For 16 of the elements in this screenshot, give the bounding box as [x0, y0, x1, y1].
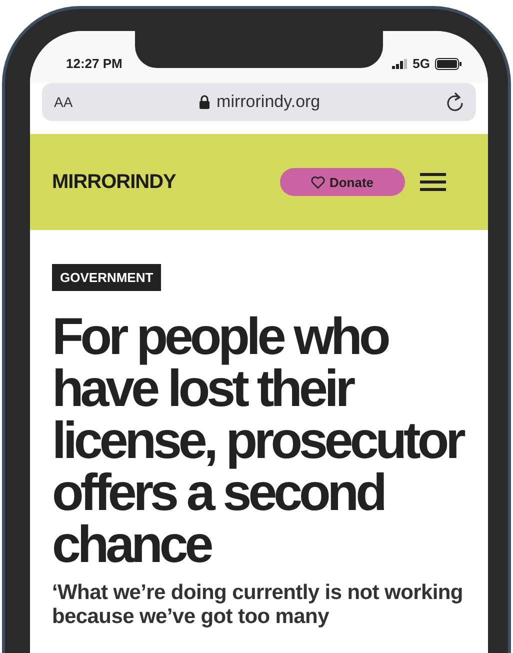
url-text: mirrorindy.org	[216, 92, 320, 112]
lock-icon	[198, 95, 210, 109]
article-headline: For people who have lost their license, prosecutor offers a second chance	[52, 311, 464, 571]
site-logo[interactable]: MIRRORINDY	[52, 170, 176, 194]
network-label: 5G	[412, 56, 430, 71]
battery-icon	[435, 58, 462, 70]
reload-icon[interactable]	[446, 92, 464, 112]
donate-button[interactable]: Donate	[280, 168, 405, 196]
menu-icon[interactable]	[420, 173, 446, 191]
signal-icon	[392, 58, 408, 68]
article-subheadline: ‘What we’re doing currently is not working because we’ve got too many	[52, 581, 464, 629]
heart-icon	[311, 176, 326, 188]
text-size-button[interactable]: AA	[54, 94, 73, 110]
status-time: 12:27 PM	[66, 56, 122, 71]
category-tag[interactable]: GOVERNMENT	[52, 264, 162, 291]
address-bar[interactable]: AA mirrorindy.org	[42, 83, 476, 121]
